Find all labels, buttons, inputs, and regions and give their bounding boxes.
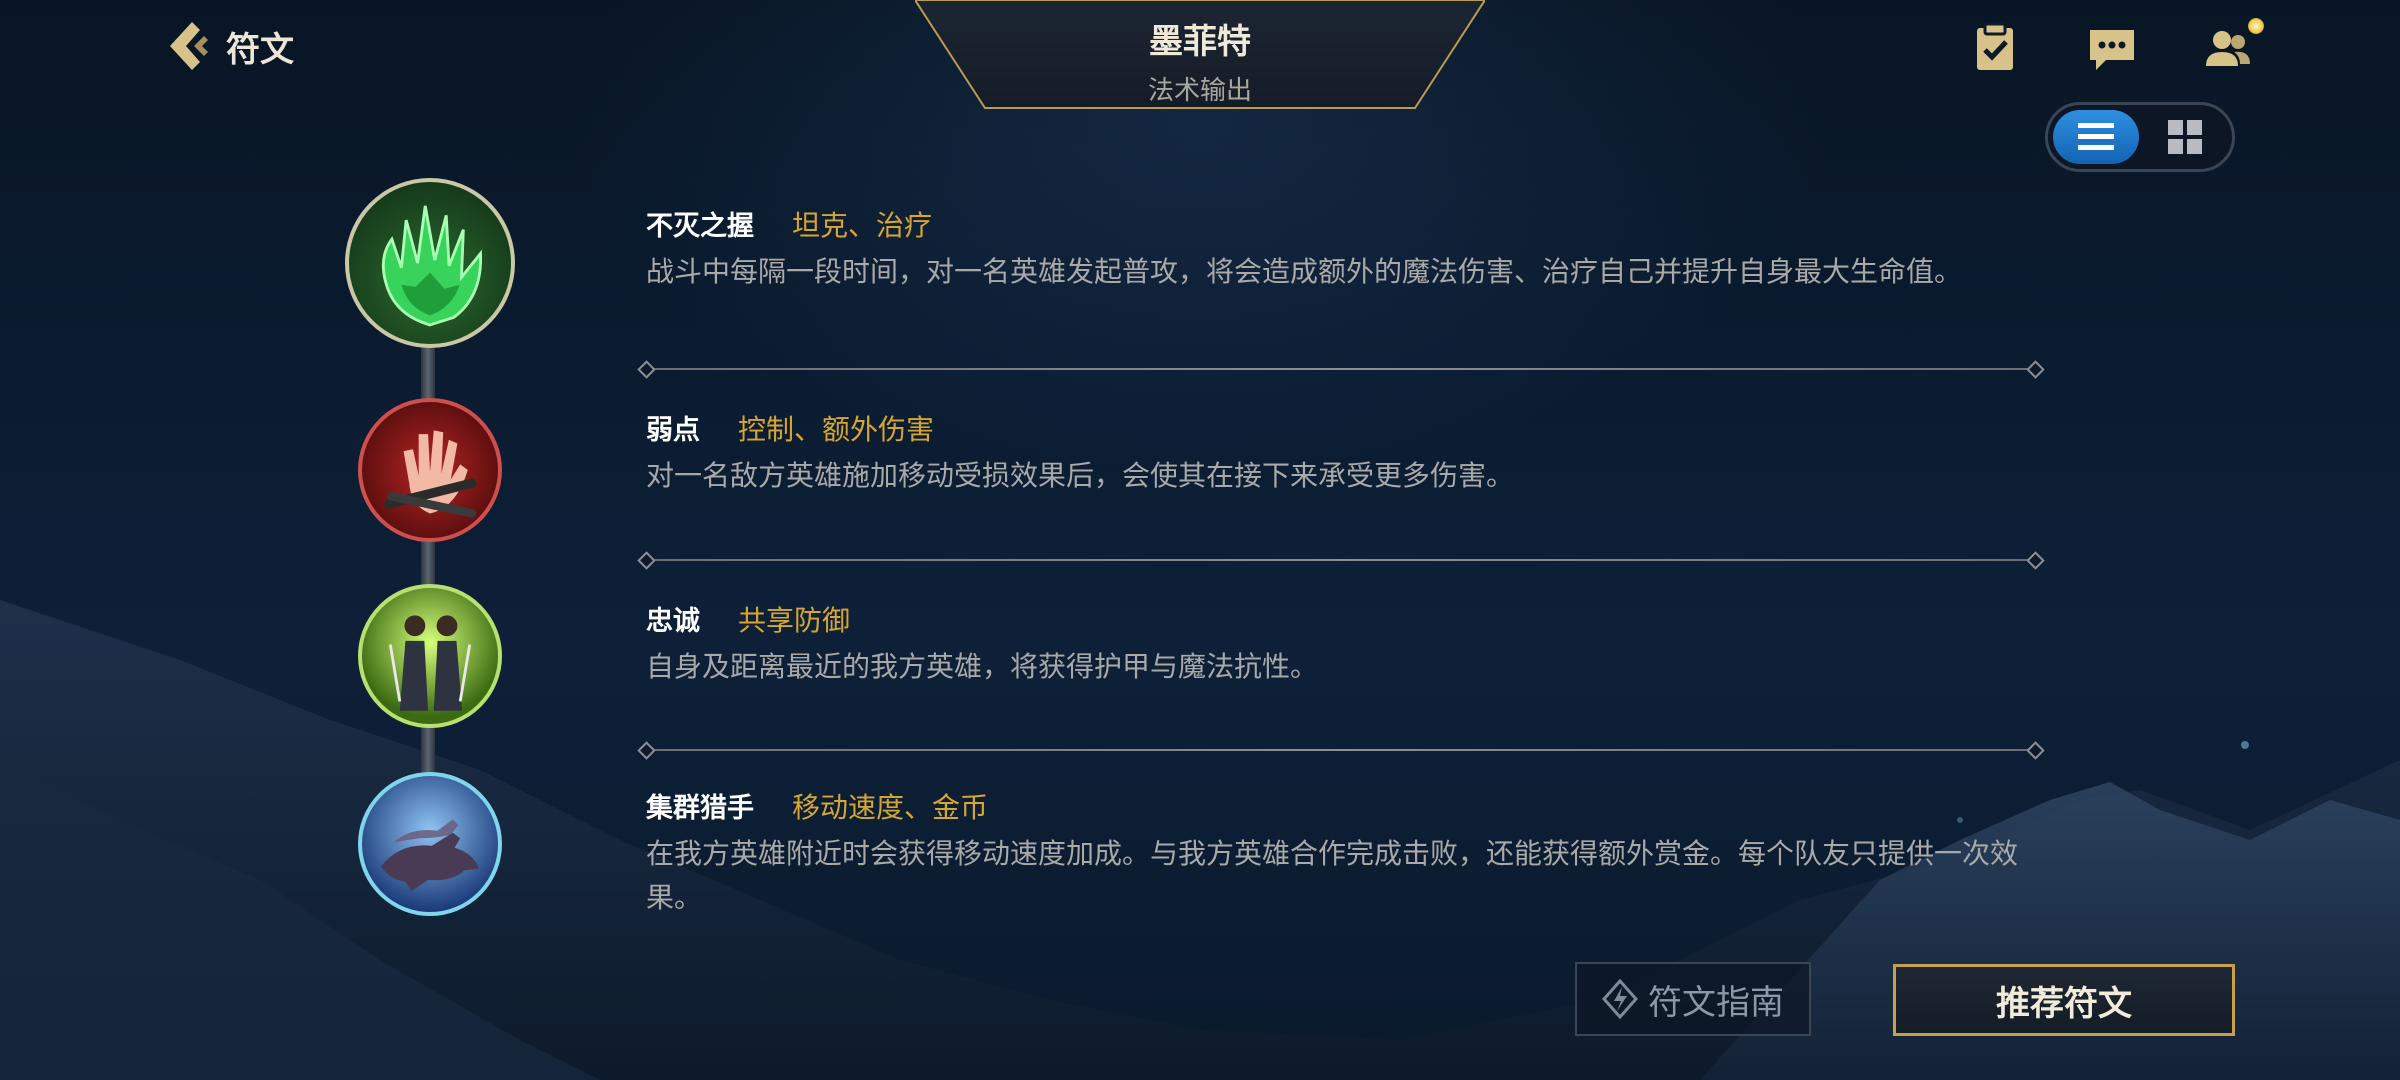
two-warriors-icon bbox=[388, 615, 472, 711]
rune-description: 自身及距离最近的我方英雄，将获得护甲与魔法抗性。 bbox=[646, 650, 1319, 683]
rune-tags: 控制、额外伤害 bbox=[738, 413, 935, 446]
rune-description: 在我方英雄附近时会获得移动速度加成。与我方英雄合作完成击败，还能获得额外赏金。每… bbox=[646, 837, 2019, 914]
list-view-icon bbox=[2078, 123, 2114, 150]
champion-role: 法术输出 bbox=[1147, 76, 1252, 106]
back-label: 符文 bbox=[226, 29, 294, 70]
bound-hand-icon bbox=[384, 430, 477, 518]
chat-button[interactable] bbox=[2084, 20, 2140, 76]
checklist-button[interactable] bbox=[1967, 20, 2023, 76]
grasp-of-the-undying-icon[interactable] bbox=[345, 178, 515, 348]
rune-entry-3: 忠诚 共享防御 自身及距离最近的我方英雄，将获得护甲与魔法抗性。 bbox=[646, 599, 2046, 689]
grid-view-button[interactable] bbox=[2142, 110, 2228, 164]
recommended-runes-label: 推荐符文 bbox=[1996, 983, 2132, 1024]
divider bbox=[648, 749, 2034, 751]
watermark-id: 6364845 bbox=[0, 500, 2, 579]
loyalty-icon[interactable] bbox=[358, 584, 502, 728]
rune-entry-1: 不灭之握 坦克、治疗 战斗中每隔一段时间，对一名英雄发起普攻，将会造成额外的魔法… bbox=[646, 204, 2046, 294]
checklist-icon bbox=[1977, 22, 2013, 70]
grid-view-icon bbox=[2168, 120, 2202, 154]
rune-name: 忠诚 bbox=[646, 606, 700, 637]
wolf-pack-icon bbox=[380, 819, 480, 892]
rune-guide-button[interactable]: 符文指南 bbox=[1575, 962, 1811, 1036]
rune-guide-icon bbox=[1602, 979, 1638, 1019]
rune-name: 集群猎手 bbox=[646, 793, 754, 824]
rune-guide-label: 符文指南 bbox=[1648, 982, 1784, 1023]
list-view-button[interactable] bbox=[2053, 110, 2139, 164]
green-hand-icon bbox=[381, 205, 482, 327]
rune-tags: 坦克、治疗 bbox=[792, 209, 933, 242]
weakness-icon[interactable] bbox=[358, 398, 502, 542]
champion-name: 墨菲特 bbox=[1149, 22, 1251, 62]
back-chevron-icon bbox=[170, 22, 208, 70]
divider bbox=[648, 559, 2034, 561]
pack-hunter-icon[interactable] bbox=[358, 772, 502, 916]
divider bbox=[648, 368, 2034, 370]
champion-title-plate: 墨菲特 法术输出 bbox=[915, 0, 1485, 110]
notification-dot bbox=[2248, 18, 2264, 34]
rune-tags: 共享防御 bbox=[738, 604, 851, 637]
rune-tags: 移动速度、金币 bbox=[792, 791, 989, 824]
rune-description: 战斗中每隔一段时间，对一名英雄发起普攻，将会造成额外的魔法伤害、治疗自己并提升自… bbox=[646, 255, 1963, 288]
rune-name: 弱点 bbox=[646, 415, 700, 446]
rune-description: 对一名敌方英雄施加移动受损效果后，会使其在接下来承受更多伤害。 bbox=[646, 459, 1515, 492]
rune-name: 不灭之握 bbox=[646, 211, 754, 242]
view-toggle[interactable] bbox=[2045, 102, 2235, 172]
recommended-runes-button[interactable]: 推荐符文 bbox=[1893, 964, 2235, 1036]
chat-icon bbox=[2090, 30, 2134, 70]
back-button[interactable]: 符文 bbox=[160, 14, 294, 78]
rune-entry-2: 弱点 控制、额外伤害 对一名敌方英雄施加移动受损效果后，会使其在接下来承受更多伤… bbox=[646, 408, 2046, 498]
rune-entry-4: 集群猎手 移动速度、金币 在我方英雄附近时会获得移动速度加成。与我方英雄合作完成… bbox=[646, 786, 2046, 920]
